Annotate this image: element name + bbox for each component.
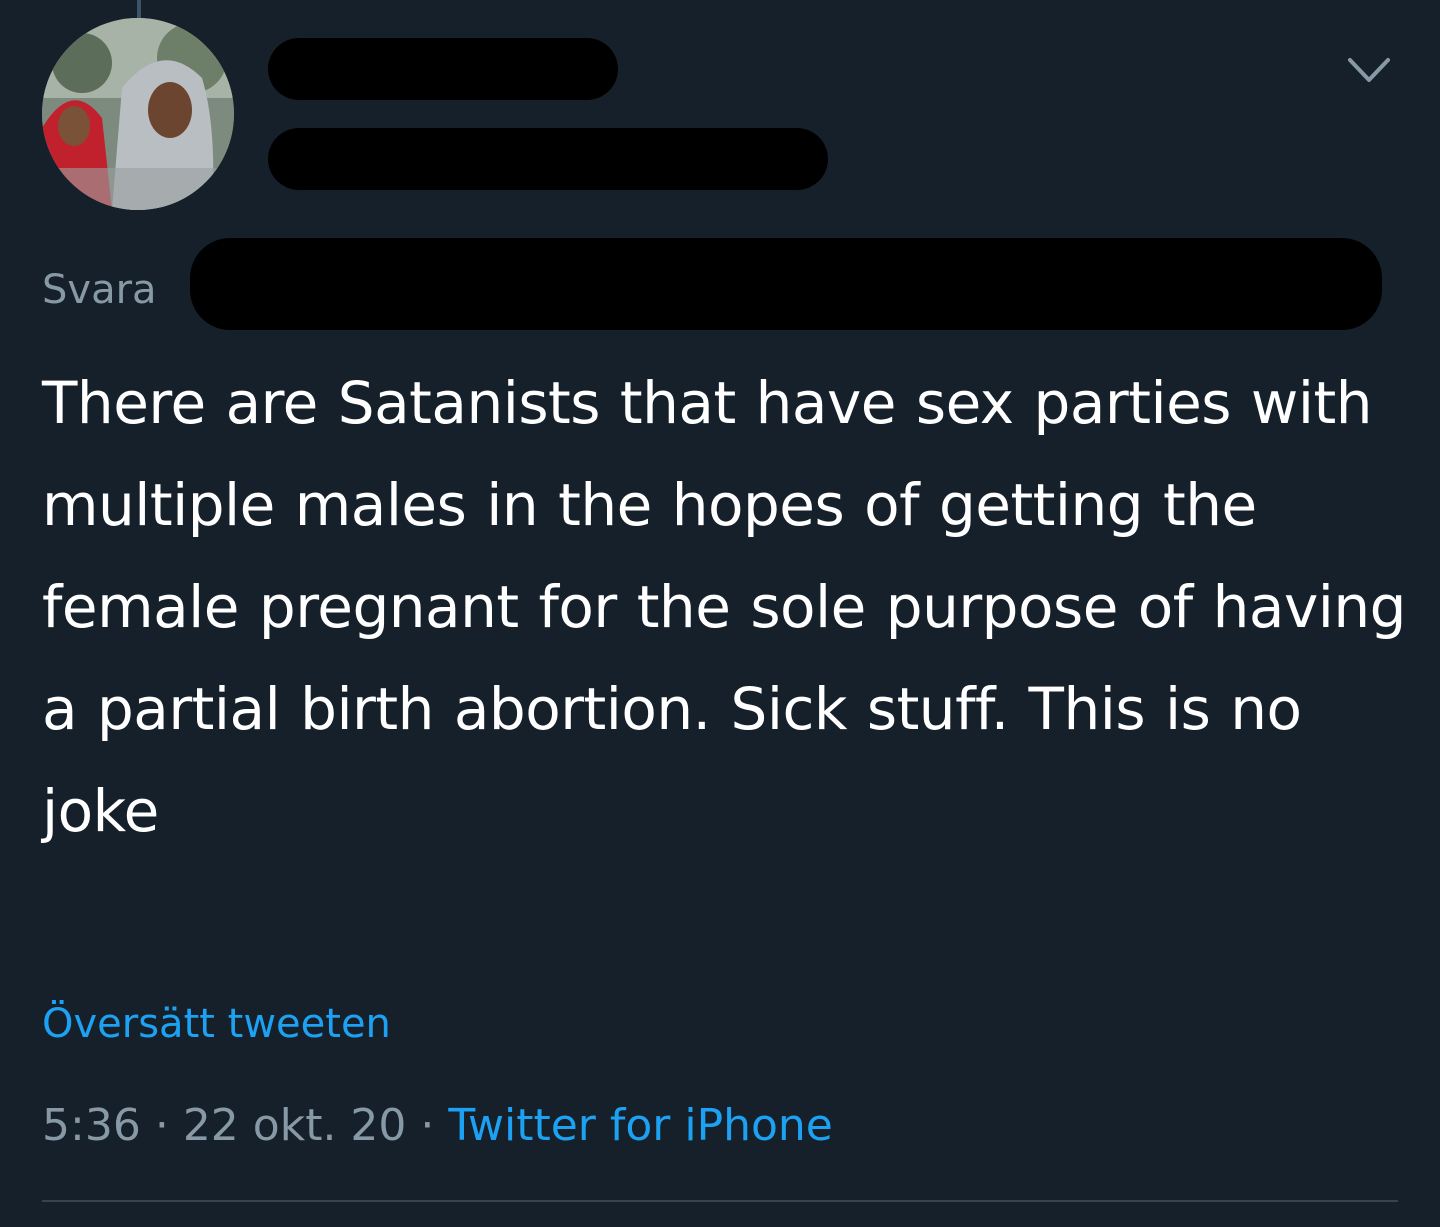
- thread-connector-line: [137, 0, 141, 18]
- separator-dot: ·: [154, 1100, 169, 1151]
- reply-to-line: Svara: [42, 238, 1382, 330]
- redacted-username: [268, 128, 828, 190]
- tweet-source-link[interactable]: Twitter for iPhone: [448, 1100, 832, 1151]
- reply-prefix: Svara: [42, 267, 157, 313]
- avatar-image: [42, 18, 234, 210]
- tweet-time[interactable]: 5:36: [42, 1100, 141, 1151]
- chevron-down-icon[interactable]: [1346, 50, 1392, 90]
- tweet-date[interactable]: 22 okt. 20: [183, 1100, 407, 1151]
- tweet-text: There are Satanists that have sex partie…: [42, 369, 1406, 845]
- tweet-metadata: 5:36 · 22 okt. 20 · Twitter for iPhone: [42, 1096, 833, 1156]
- redacted-reply-handles: [190, 238, 1382, 330]
- avatar[interactable]: [42, 18, 234, 210]
- redacted-display-name: [268, 38, 618, 100]
- divider: [42, 1200, 1398, 1202]
- translate-tweet-link[interactable]: Översätt tweeten: [42, 996, 391, 1052]
- separator-dot: ·: [420, 1100, 435, 1151]
